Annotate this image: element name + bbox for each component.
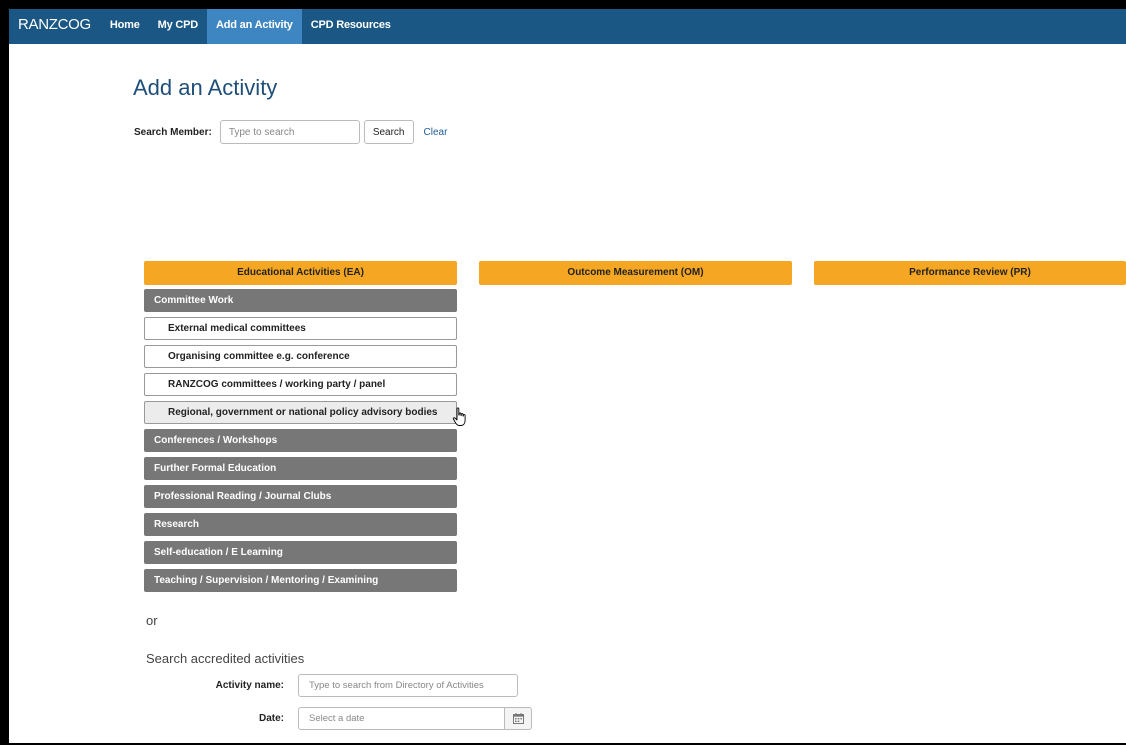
date-picker bbox=[298, 707, 532, 730]
or-separator: or bbox=[146, 613, 158, 628]
nav-cpd-resources[interactable]: CPD Resources bbox=[302, 9, 400, 44]
subitem-label: External medical committees bbox=[168, 323, 306, 334]
date-row: Date: bbox=[144, 707, 532, 730]
subitem-label: Regional, government or national policy … bbox=[168, 407, 438, 418]
calendar-button[interactable] bbox=[504, 707, 532, 730]
top-navbar: RANZCOG Home My CPD Add an Activity CPD … bbox=[9, 9, 1126, 44]
calendar-icon bbox=[512, 713, 524, 724]
member-search-row: Search Member: Search Clear bbox=[134, 120, 447, 144]
activity-name-label: Activity name: bbox=[215, 680, 284, 691]
nav-my-cpd[interactable]: My CPD bbox=[149, 9, 207, 44]
subitem-external-medical-committees[interactable]: External medical committees bbox=[144, 317, 457, 340]
subitem-label: RANZCOG committees / working party / pan… bbox=[168, 379, 386, 390]
category-teaching-supervision[interactable]: Teaching / Supervision / Mentoring / Exa… bbox=[144, 569, 457, 592]
date-input[interactable] bbox=[298, 707, 504, 730]
search-button[interactable]: Search bbox=[363, 120, 414, 144]
category-self-education[interactable]: Self-education / E Learning bbox=[144, 541, 457, 564]
category-committee-work[interactable]: Committee Work bbox=[144, 289, 457, 312]
subitem-label: Organising committee e.g. conference bbox=[168, 351, 350, 362]
category-research[interactable]: Research bbox=[144, 513, 457, 536]
date-label: Date: bbox=[258, 713, 284, 724]
ea-category-list: Committee Work External medical committe… bbox=[144, 289, 466, 597]
accredited-search-title: Search accredited activities bbox=[146, 651, 305, 666]
subitem-organising-committee[interactable]: Organising committee e.g. conference bbox=[144, 345, 457, 368]
subitem-regional-policy-bodies[interactable]: Regional, government or national policy … bbox=[144, 401, 466, 426]
column-header-ea[interactable]: Educational Activities (EA) bbox=[144, 261, 457, 285]
subitem-ranzcog-committees[interactable]: RANZCOG committees / working party / pan… bbox=[144, 373, 457, 396]
hand-pointer-icon bbox=[452, 407, 466, 426]
nav-add-activity[interactable]: Add an Activity bbox=[207, 9, 302, 44]
activity-name-input[interactable] bbox=[298, 674, 518, 697]
column-header-om[interactable]: Outcome Measurement (OM) bbox=[479, 261, 792, 285]
category-further-formal-education[interactable]: Further Formal Education bbox=[144, 457, 457, 480]
nav-home[interactable]: Home bbox=[101, 9, 149, 44]
app-window: RANZCOG Home My CPD Add an Activity CPD … bbox=[9, 9, 1126, 743]
activity-name-row: Activity name: bbox=[144, 674, 518, 697]
category-conferences-workshops[interactable]: Conferences / Workshops bbox=[144, 429, 457, 452]
page-title: Add an Activity bbox=[133, 75, 278, 100]
brand-logo[interactable]: RANZCOG bbox=[9, 9, 101, 44]
column-header-pr[interactable]: Performance Review (PR) bbox=[814, 261, 1126, 285]
member-search-input[interactable] bbox=[219, 120, 360, 144]
clear-link[interactable]: Clear bbox=[424, 127, 448, 138]
search-member-label: Search Member: bbox=[134, 126, 212, 138]
category-professional-reading[interactable]: Professional Reading / Journal Clubs bbox=[144, 485, 457, 508]
